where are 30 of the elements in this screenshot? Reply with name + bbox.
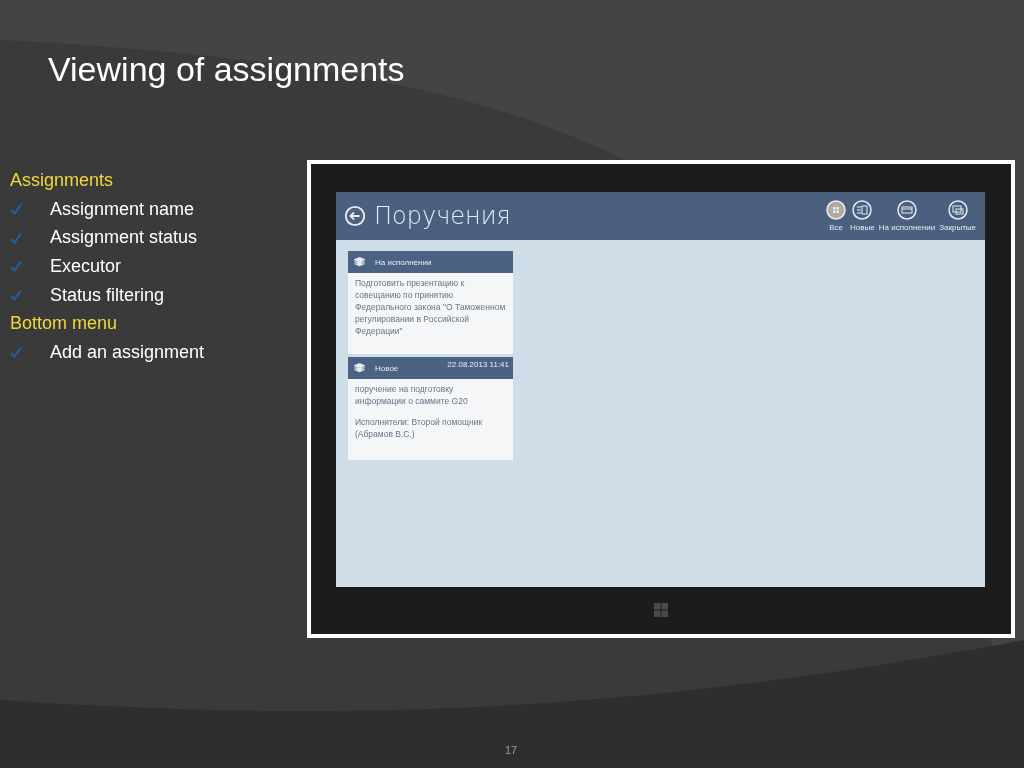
executors-text: Исполнители: Второй помощник (Абрамов В.С.)	[355, 416, 484, 440]
assignment-card[interactable]: Новое 22.08.2013 11:41 поручение на подготовку информации о саммите G20 Исполнители: Второй помощник (Абрамов В.С.)	[348, 357, 513, 460]
filter-button[interactable]: Все	[825, 200, 848, 232]
back-icon[interactable]	[344, 205, 366, 227]
outline-heading: Bottom menu	[10, 313, 118, 335]
card-status: Новое	[375, 363, 400, 373]
outline-heading: Assignments	[10, 169, 114, 191]
filter-button[interactable]: Новые	[849, 200, 876, 232]
outline-item: Executor	[50, 255, 122, 277]
slide-title: Viewing of assignments	[47, 49, 406, 90]
check-icon	[10, 231, 22, 244]
assignment-text: поручение на подготовку информации о саммите G20	[355, 383, 469, 407]
filter-button[interactable]: На исполнении	[877, 200, 937, 232]
check-icon	[10, 203, 22, 216]
app-title: Поручения	[374, 202, 512, 230]
check-icon	[10, 289, 22, 302]
assignment-card[interactable]: На исполнении Подготовить презентацию к совещанию по принятию Федерального закона "О Таможенном регулировании в Российской Федерации"	[348, 251, 513, 354]
outline-item: Assignment status	[50, 227, 198, 249]
card-status: На исполнении	[375, 257, 433, 267]
outline-item: Status filtering	[50, 284, 165, 306]
filter-button[interactable]: Закрытые	[938, 200, 977, 232]
card-date: 22.08.2013 11:41	[447, 360, 509, 369]
check-icon	[10, 346, 22, 359]
page-number: 17	[505, 744, 518, 756]
outline-item: Assignment name	[50, 198, 195, 220]
check-icon	[10, 260, 22, 273]
layers-icon	[354, 257, 365, 267]
outline-item: Add an assignment	[50, 341, 205, 363]
assignment-text: Подготовить презентацию к совещанию по принятию Федерального закона "О Таможенном регулировании в Российской Федерации"	[355, 277, 506, 337]
layers-icon	[354, 363, 365, 373]
